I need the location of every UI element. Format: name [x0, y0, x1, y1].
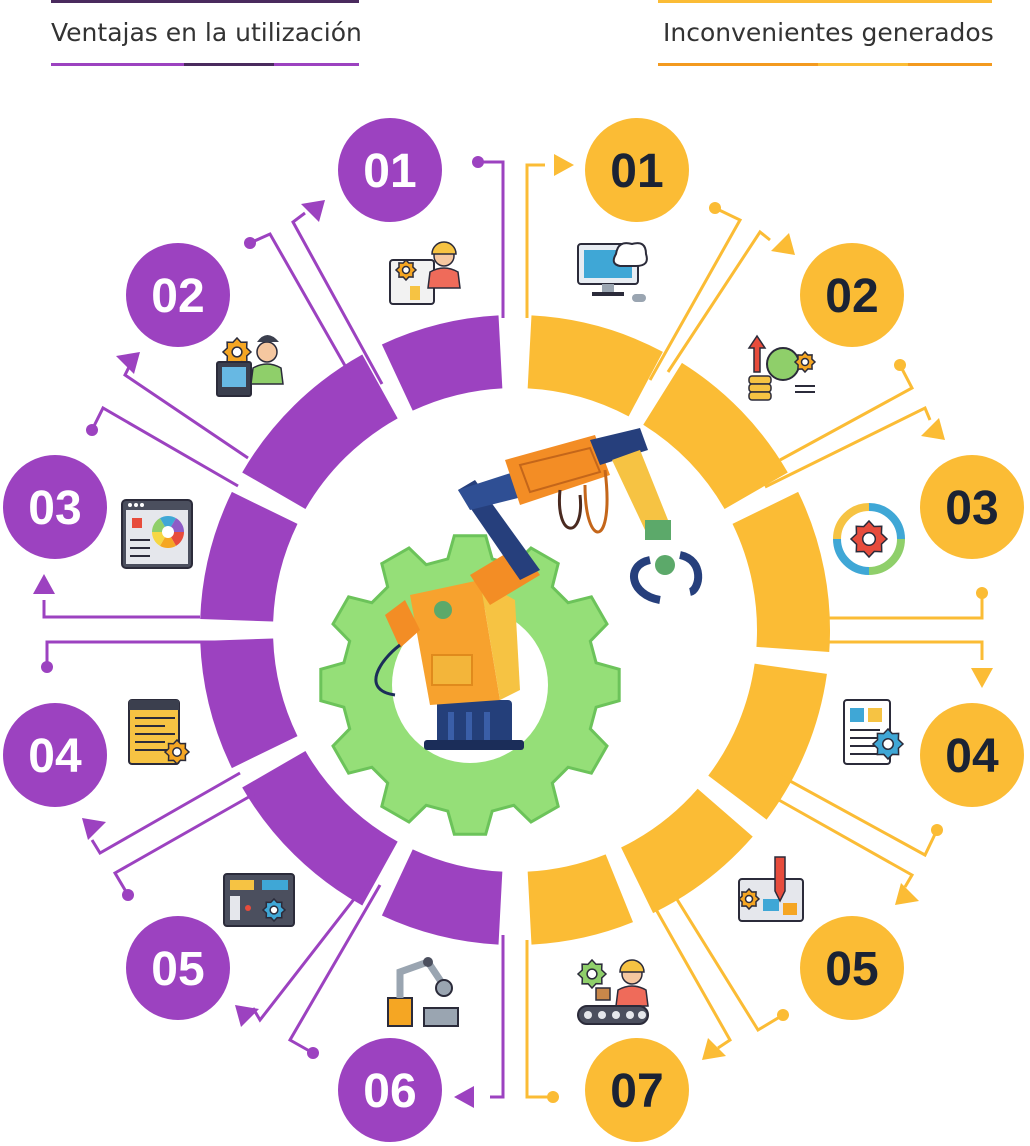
- disadvantage-node-01-number: 01: [610, 145, 663, 198]
- connector-disadvantage-01-arrow: [554, 154, 574, 176]
- advantage-node-01: 01: [338, 118, 442, 222]
- advantage-node-05: 05: [126, 916, 230, 1020]
- disadvantage-node-04: 04: [920, 703, 1024, 807]
- connector-disadvantage-01b-dot: [709, 202, 721, 214]
- ring-segment-advantage: [381, 849, 503, 945]
- factory-worker-conveyor-icon: [576, 958, 649, 1025]
- connector-advantage-04b-arrow: [82, 818, 106, 840]
- disadvantage-node-01: 01: [585, 118, 689, 222]
- connector-disadvantage-01b: [648, 206, 743, 381]
- circuit-board-icon: [223, 873, 295, 927]
- disadvantage-node-03: 03: [920, 455, 1024, 559]
- connector-disadvantage-02-arrow: [771, 233, 795, 255]
- ring-segment-advantage: [200, 638, 298, 769]
- connector-disadvantage-06-arrow: [702, 1038, 726, 1060]
- documents-gear-icon: [843, 699, 905, 765]
- code-document-icon: [128, 699, 191, 766]
- disadvantage-node-02: 02: [800, 243, 904, 347]
- ring-segment-advantage: [200, 491, 298, 622]
- operator-at-computer-icon: [216, 335, 284, 397]
- connector-advantage-01: [478, 160, 505, 318]
- advantage-node-06: 06: [338, 1038, 442, 1142]
- connector-advantage-05b-arrow: [235, 1005, 259, 1027]
- disadvantage-node-02-number: 02: [825, 270, 878, 323]
- advantage-node-05-number: 05: [151, 943, 204, 996]
- connector-advantage-02-dot: [244, 237, 256, 249]
- connector-advantage-06b-arrow: [454, 1086, 474, 1108]
- ring-segment-disadvantage: [708, 663, 827, 820]
- engineer-with-machine-icon: [389, 241, 461, 305]
- connector-advantage-03b: [42, 600, 200, 619]
- connector-disadvantage-04-arrow: [971, 668, 993, 688]
- advantage-node-06-number: 06: [363, 1065, 416, 1118]
- connector-advantage-01b-arrow: [301, 200, 325, 222]
- control-panel-icon: [121, 499, 193, 569]
- blueprint-pencil-icon: [737, 856, 804, 922]
- connector-disadvantage-02b-dot: [894, 359, 906, 371]
- connector-advantage-06: [287, 884, 382, 1055]
- disadvantage-node-07-number: 07: [610, 1065, 663, 1118]
- rising-cost-icon: [747, 334, 817, 401]
- connector-disadvantage-07-dot: [547, 1091, 559, 1103]
- connector-advantage-06-dot: [307, 1047, 319, 1059]
- ring-segment-disadvantage: [621, 788, 753, 914]
- connector-disadvantage-05b-dot: [777, 1009, 789, 1021]
- connector-advantage-01-dot: [472, 156, 484, 168]
- advantage-node-04-number: 04: [28, 730, 82, 783]
- ring-segment-advantage: [381, 315, 503, 411]
- connector-advantage-03b-arrow: [33, 574, 55, 594]
- disadvantage-node-05-number: 05: [825, 943, 878, 996]
- robot-arm-icon: [387, 957, 459, 1027]
- industrial-robot-arm-gear-icon: [319, 428, 703, 836]
- advantage-node-02-number: 02: [151, 270, 204, 323]
- advantage-node-04: 04: [3, 703, 107, 807]
- computer-cloud-icon: [577, 242, 648, 302]
- ring-segment-disadvantage: [732, 491, 830, 652]
- connector-disadvantage-04b-dot: [931, 824, 943, 836]
- connector-advantage-03-dot: [86, 424, 98, 436]
- disadvantage-node-07: 07: [585, 1038, 689, 1142]
- advantage-node-01-number: 01: [363, 145, 416, 198]
- connector-advantage-04-dot: [41, 661, 53, 673]
- connector-advantage-06b: [490, 935, 505, 1099]
- advantage-node-03-number: 03: [28, 482, 81, 535]
- ring-segment-disadvantage: [527, 315, 663, 417]
- ring-segment-disadvantage: [527, 854, 634, 945]
- connector-disadvantage-03b-dot: [976, 587, 988, 599]
- connector-disadvantage-01: [525, 163, 545, 318]
- connector-disadvantage-03: [764, 405, 932, 489]
- connector-disadvantage-03-arrow: [921, 418, 945, 440]
- connector-advantage-05-dot: [122, 889, 134, 901]
- disadvantage-node-05: 05: [800, 916, 904, 1020]
- connector-advantage-03: [90, 405, 239, 488]
- gear-cycle-icon: [833, 503, 905, 575]
- disadvantage-node-03-number: 03: [945, 482, 998, 535]
- connector-disadvantage-07: [525, 940, 553, 1099]
- disadvantage-node-04-number: 04: [945, 730, 999, 783]
- advantage-node-03: 03: [3, 455, 107, 559]
- advantage-node-02: 02: [126, 243, 230, 347]
- radial-diagram: 01 02 03 04 05 06 01 02 03 04 05 07: [3, 118, 1024, 1142]
